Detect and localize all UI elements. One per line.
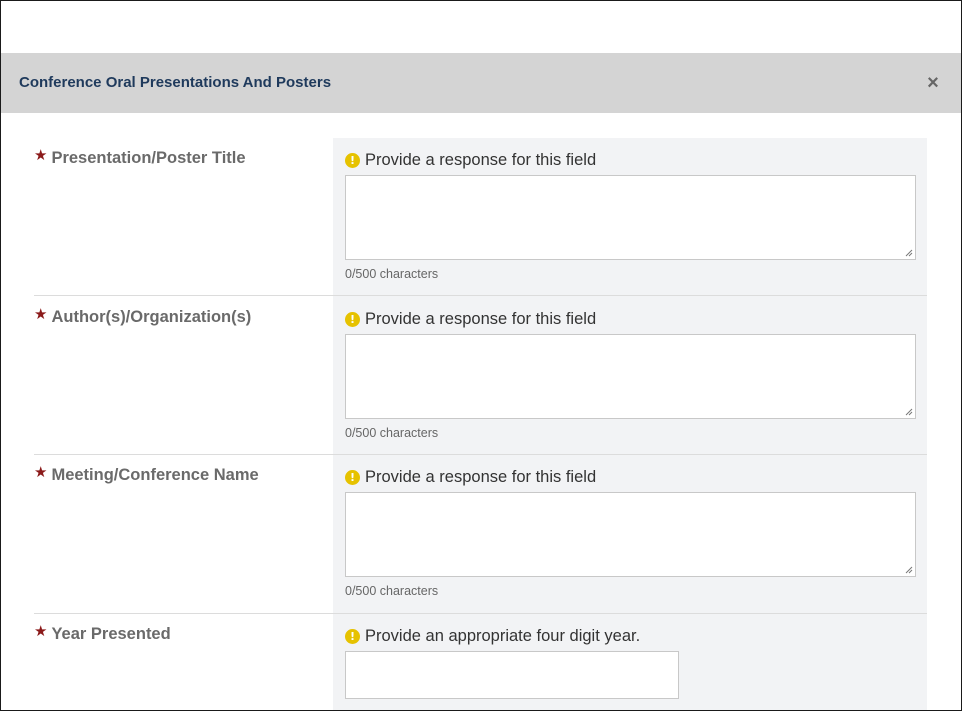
hint-text: Provide a response for this field (365, 468, 597, 486)
validation-hint: ! Provide a response for this field (345, 310, 596, 329)
conference-name-textarea[interactable] (345, 492, 916, 577)
form-body: ★ Presentation/Poster Title ! Provide a re… (1, 113, 961, 710)
resize-handle-icon[interactable] (904, 565, 913, 574)
warning-icon: ! (345, 312, 360, 327)
authors-textarea[interactable] (345, 334, 916, 419)
warning-icon: ! (345, 629, 360, 644)
hint-text: Provide a response for this field (365, 310, 597, 328)
modal-window: Conference Oral Presentations And Poster… (0, 0, 962, 711)
field-label: ★ Meeting/Conference Name (34, 464, 259, 485)
character-counter: 0/500 characters (345, 267, 439, 281)
field-label: ★ Presentation/Poster Title (34, 147, 246, 168)
field-authors: ★ Author(s)/Organization(s) ! Provide a re… (34, 306, 927, 455)
character-counter: 0/500 characters (345, 426, 439, 440)
required-star-icon: ★ (34, 464, 48, 481)
character-counter: 0/500 characters (345, 584, 439, 598)
modal-title: Conference Oral Presentations And Poster… (19, 74, 332, 91)
field-label: ★ Author(s)/Organization(s) (34, 306, 252, 327)
validation-hint: ! Provide a response for this field (345, 151, 596, 170)
modal-header: Conference Oral Presentations And Poster… (1, 53, 961, 113)
field-label-text: Author(s)/Organization(s) (51, 308, 252, 326)
resize-handle-icon[interactable] (904, 248, 913, 257)
resize-handle-icon[interactable] (904, 407, 913, 416)
field-label-text: Presentation/Poster Title (51, 149, 246, 167)
field-conference-name: ★ Meeting/Conference Name ! Provide a resp… (34, 464, 927, 614)
required-star-icon: ★ (34, 306, 48, 323)
warning-icon: ! (345, 470, 360, 485)
required-star-icon: ★ (34, 147, 48, 164)
validation-hint: ! Provide an appropriate four digit year. (345, 627, 640, 646)
close-icon[interactable]: × (923, 71, 943, 95)
validation-hint: ! Provide a response for this field (345, 468, 596, 487)
field-label-text: Year Presented (51, 625, 171, 643)
required-star-icon: ★ (34, 623, 48, 640)
field-label: ★ Year Presented (34, 623, 171, 644)
field-label-text: Meeting/Conference Name (51, 466, 259, 484)
hint-text: Provide an appropriate four digit year. (365, 627, 641, 645)
presentation-title-textarea[interactable] (345, 175, 916, 260)
field-year-presented: ★ Year Presented ! Provide an appropriate … (34, 623, 927, 710)
hint-text: Provide a response for this field (365, 151, 597, 169)
warning-icon: ! (345, 153, 360, 168)
year-presented-input[interactable] (345, 651, 679, 699)
field-presentation-title: ★ Presentation/Poster Title ! Provide a re… (34, 147, 927, 296)
